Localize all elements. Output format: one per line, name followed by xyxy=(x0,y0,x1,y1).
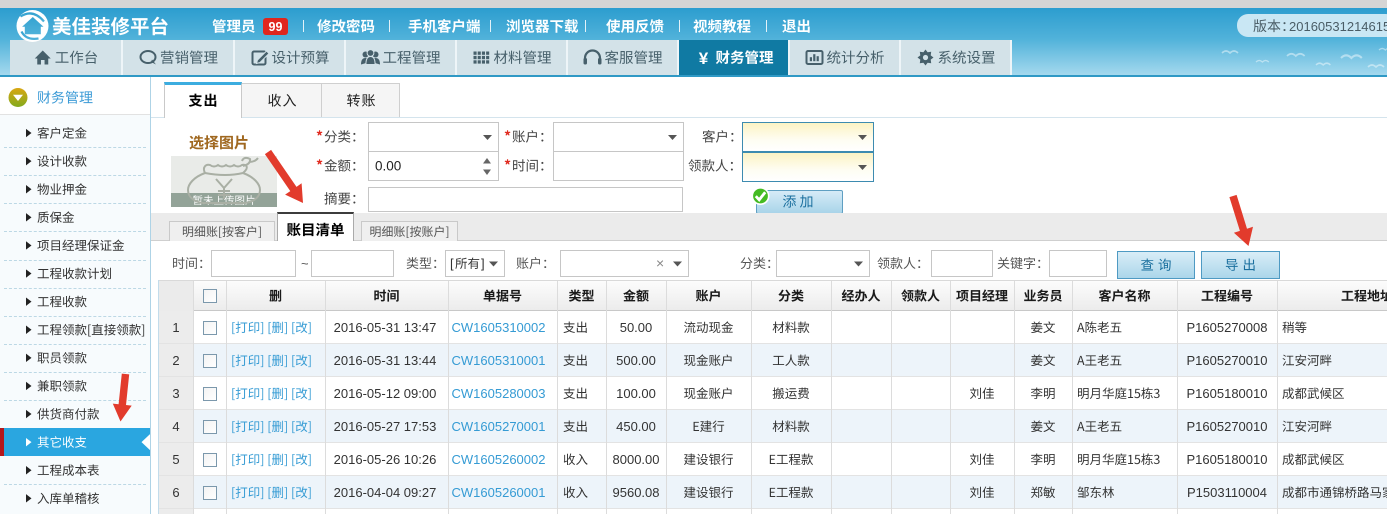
svg-text:5: 5 xyxy=(172,452,179,467)
svg-text:2016-05-31 13:47: 2016-05-31 13:47 xyxy=(334,320,437,335)
svg-text:50.00: 50.00 xyxy=(620,320,653,335)
svg-text:20160531214615: 20160531214615 xyxy=(1289,19,1387,34)
svg-text:0.00: 0.00 xyxy=(375,159,401,174)
svg-text:6: 6 xyxy=(172,485,179,500)
svg-text:P1605270008: P1605270008 xyxy=(1187,320,1268,335)
svg-text:¥: ¥ xyxy=(699,49,709,68)
svg-text:CW1605270001: CW1605270001 xyxy=(452,419,546,434)
svg-text:99: 99 xyxy=(269,20,283,34)
svg-text:×: × xyxy=(656,255,664,271)
svg-text:CW1605310002: CW1605310002 xyxy=(452,320,546,335)
svg-text:2: 2 xyxy=(172,353,179,368)
svg-text:P1605270010: P1605270010 xyxy=(1187,353,1268,368)
svg-text:1: 1 xyxy=(172,320,179,335)
svg-text:3: 3 xyxy=(172,386,179,401)
svg-text:P1503110004: P1503110004 xyxy=(1187,485,1267,500)
svg-text:2016-05-12 09:00: 2016-05-12 09:00 xyxy=(334,386,437,401)
svg-text:P1605180010: P1605180010 xyxy=(1187,452,1268,467)
svg-text:]: ] xyxy=(481,256,485,271)
svg-text:2016-04-04 09:27: 2016-04-04 09:27 xyxy=(334,485,437,500)
svg-text:2016-05-31 13:44: 2016-05-31 13:44 xyxy=(334,353,437,368)
svg-text:CW1605310001: CW1605310001 xyxy=(452,353,546,368)
svg-text:P1605270010: P1605270010 xyxy=(1187,419,1268,434)
svg-text:2016-05-27 17:53: 2016-05-27 17:53 xyxy=(334,419,437,434)
svg-text:9560.08: 9560.08 xyxy=(613,485,660,500)
svg-text:[: [ xyxy=(450,256,454,271)
svg-text:500.00: 500.00 xyxy=(616,353,656,368)
svg-text:P1605180010: P1605180010 xyxy=(1187,386,1268,401)
svg-text:4: 4 xyxy=(172,419,179,434)
svg-text:8000.00: 8000.00 xyxy=(613,452,660,467)
svg-text:100.00: 100.00 xyxy=(616,386,656,401)
svg-text:~: ~ xyxy=(301,256,309,271)
svg-text:CW1605280003: CW1605280003 xyxy=(452,386,546,401)
svg-text:2016-05-26 10:26: 2016-05-26 10:26 xyxy=(334,452,437,467)
svg-text:450.00: 450.00 xyxy=(616,419,656,434)
svg-text:CW1605260002: CW1605260002 xyxy=(452,452,546,467)
svg-text:CW1605260001: CW1605260001 xyxy=(452,485,546,500)
